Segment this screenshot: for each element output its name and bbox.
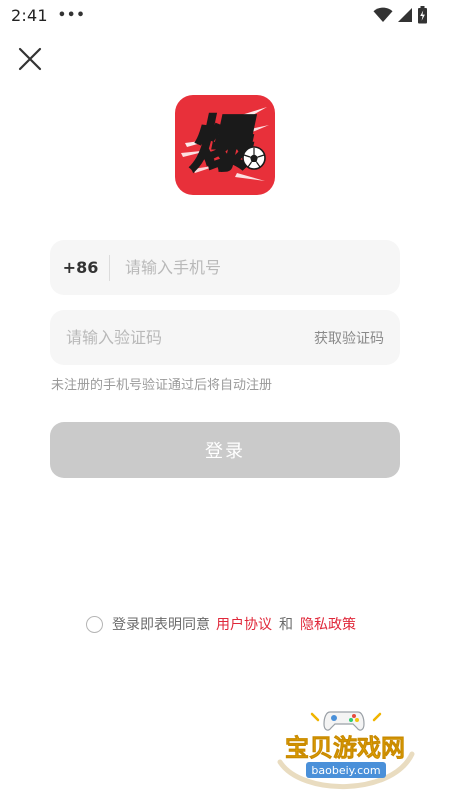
agree-checkbox[interactable] <box>86 615 103 633</box>
country-code-selector[interactable]: +86 <box>50 258 109 277</box>
status-bar: 2:41 ••• <box>0 0 450 30</box>
overflow-dots: ••• <box>57 7 86 23</box>
football-icon <box>242 146 266 170</box>
phone-field: +86 <box>50 240 400 295</box>
agreement-and: 和 <box>279 617 293 633</box>
status-left: 2:41 ••• <box>11 6 86 25</box>
login-screen: 2:41 ••• 爆 +86 请输入手机号 请输入验证码 获取验证码 未注册的手… <box>0 0 450 800</box>
close-button[interactable] <box>15 44 45 74</box>
get-code-button[interactable]: 获取验证码 <box>314 328 400 348</box>
watermark-title: 宝贝游戏网 <box>285 734 405 762</box>
app-logo-art: 爆 <box>175 95 275 195</box>
login-button[interactable]: 登录 <box>50 422 400 478</box>
code-field: 获取验证码 <box>50 310 400 365</box>
verification-code-input[interactable] <box>50 310 314 365</box>
gamepad-icon <box>323 711 365 731</box>
phone-input[interactable] <box>110 240 400 295</box>
privacy-policy-link[interactable]: 隐私政策 <box>300 614 356 634</box>
close-icon <box>18 47 42 71</box>
signal-icon <box>398 8 412 22</box>
status-time: 2:41 <box>11 5 48 25</box>
agreement-row: 登录即表明同意 用户协议 和 隐私政策 <box>86 612 356 636</box>
user-agreement-link[interactable]: 用户协议 <box>216 614 272 634</box>
watermark-art: 宝贝游戏网 baobeiy.com <box>277 711 415 789</box>
watermark-url: baobeiy.com <box>311 764 380 777</box>
wifi-icon <box>373 7 393 22</box>
app-logo: 爆 <box>175 95 275 195</box>
agreement-prefix: 登录即表明同意 <box>112 617 210 633</box>
status-icons <box>373 6 428 24</box>
battery-icon <box>418 6 427 24</box>
auto-register-hint: 未注册的手机号验证通过后将自动注册 <box>51 378 273 393</box>
watermark-logo: 宝贝游戏网 baobeiy.com <box>272 700 422 800</box>
